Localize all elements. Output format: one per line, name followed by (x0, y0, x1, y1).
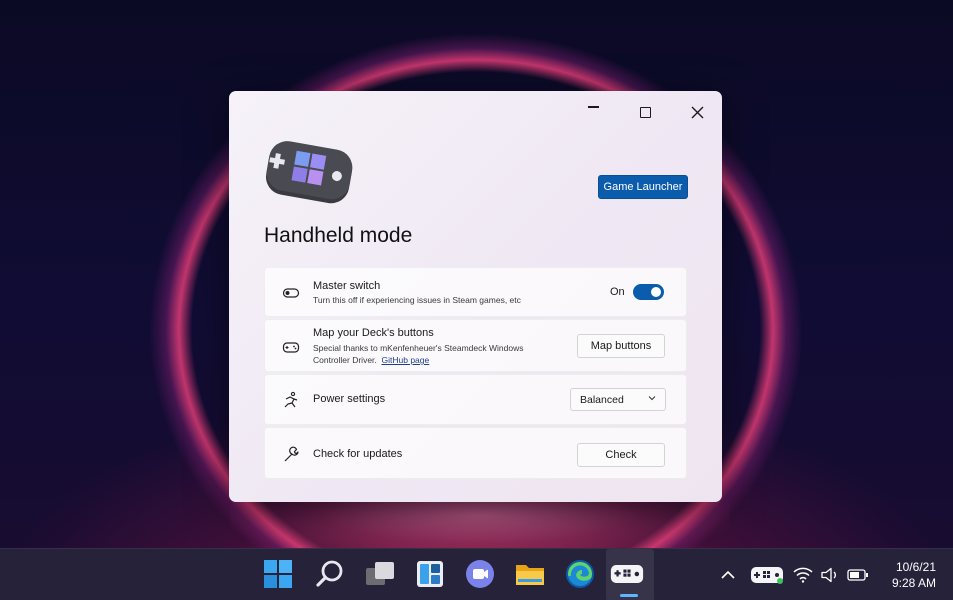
toggle-icon (282, 288, 300, 298)
edge-browser-button[interactable] (563, 557, 597, 591)
clock-time: 9:28 AM (891, 576, 936, 590)
minimize-icon (587, 106, 599, 108)
search-button[interactable] (313, 557, 347, 591)
map-buttons-card: Map your Deck's buttons Special thanks t… (264, 319, 687, 372)
widgets-button[interactable] (413, 557, 447, 591)
wifi-icon (793, 567, 813, 583)
master-switch-card: Master switch Turn this off if experienc… (264, 267, 687, 317)
map-buttons-title: Map your Deck's buttons (313, 327, 434, 339)
volume-icon (821, 567, 836, 583)
battery-icon (847, 569, 868, 581)
handheld-app-button[interactable] (610, 557, 644, 591)
driver-credit-text: Controller Driver. (313, 355, 377, 365)
master-switch-description: Turn this off if experiencing issues in … (313, 295, 521, 305)
running-figure-icon (284, 391, 298, 408)
chevron-up-icon (721, 570, 735, 579)
start-icon (264, 560, 292, 588)
gamepad-icon (282, 342, 300, 353)
teams-chat-icon (466, 560, 494, 588)
widgets-icon (417, 561, 443, 587)
file-explorer-button[interactable] (513, 557, 547, 591)
active-app-indicator (620, 594, 638, 597)
handheld-logo-icon (265, 141, 353, 204)
start-button[interactable] (261, 557, 295, 591)
handheld-mode-window: Game Launcher Handheld mode Master switc… (229, 91, 722, 502)
github-page-link[interactable]: GitHub page (382, 355, 430, 365)
wifi-button[interactable] (792, 564, 814, 586)
power-settings-card: Power settings Balanced (264, 374, 687, 425)
minimize-button[interactable] (575, 97, 611, 127)
show-hidden-icons-button[interactable] (718, 564, 738, 586)
controller-icon (751, 567, 783, 584)
toggle-knob (651, 287, 661, 297)
task-view-button[interactable] (363, 557, 397, 591)
check-updates-button[interactable]: Check (577, 443, 665, 467)
handheld-app-icon (610, 565, 644, 583)
taskbar-clock[interactable]: 10/6/21 9:28 AM (892, 559, 936, 591)
power-mode-dropdown[interactable]: Balanced (570, 388, 666, 411)
taskbar: 10/6/21 9:28 AM (0, 548, 953, 600)
updates-title: Check for updates (313, 448, 403, 460)
close-button[interactable] (679, 97, 715, 127)
updates-card: Check for updates Check (264, 427, 687, 479)
power-settings-title: Power settings (313, 393, 386, 405)
map-buttons-button[interactable]: Map buttons (577, 334, 665, 358)
task-view-icon (366, 562, 394, 585)
maximize-button[interactable] (627, 97, 663, 127)
controller-tray-button[interactable] (749, 564, 785, 586)
master-switch-toggle[interactable] (633, 284, 664, 300)
clock-date: 10/6/21 (895, 560, 936, 574)
chevron-down-icon (648, 396, 656, 401)
wrench-icon (284, 446, 299, 462)
game-launcher-button[interactable]: Game Launcher (598, 175, 688, 199)
power-mode-value: Balanced (580, 394, 624, 406)
page-title: Handheld mode (264, 224, 413, 247)
maximize-icon (639, 106, 651, 118)
edge-icon (566, 560, 594, 588)
close-icon (691, 106, 703, 118)
search-icon (316, 560, 343, 587)
volume-button[interactable] (819, 564, 841, 586)
map-buttons-description-line1: Special thanks to mKenfenheuer's Steamde… (313, 343, 524, 353)
toggle-state-label: On (610, 286, 625, 298)
teams-chat-button[interactable] (463, 557, 497, 591)
map-buttons-description-line2: Controller Driver. GitHub page (313, 354, 429, 366)
master-switch-title: Master switch (313, 280, 381, 292)
battery-button[interactable] (846, 564, 870, 586)
file-explorer-icon (516, 565, 544, 585)
